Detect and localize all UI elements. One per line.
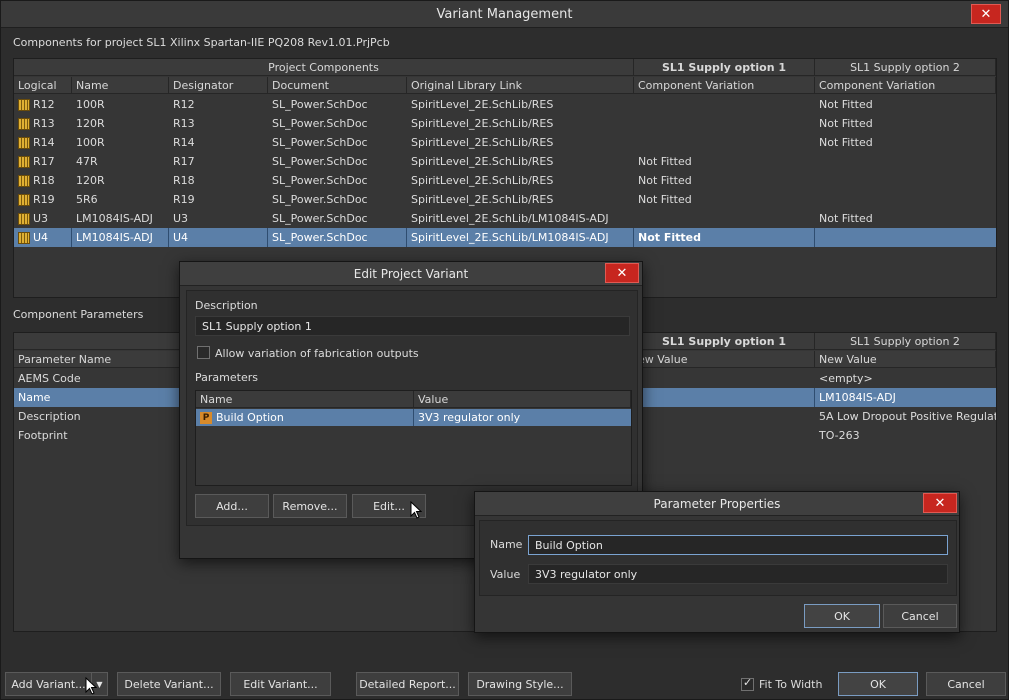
detailed-report-button[interactable]: Detailed Report... [356, 672, 459, 696]
param-value-input[interactable]: 3V3 regulator only [528, 564, 948, 584]
fit-to-width-label: Fit To Width [759, 678, 823, 691]
col-header-new-value1[interactable]: ew Value [634, 351, 815, 368]
resistor-icon [18, 193, 30, 206]
param-group-header-variant2: SL1 Supply option 2 [815, 333, 996, 350]
param-props-dialog-title: Parameter Properties [475, 492, 959, 516]
param-name-input[interactable]: Build Option [528, 535, 948, 555]
edit-variant-close-button[interactable]: ✕ [605, 263, 639, 283]
close-icon: ✕ [934, 495, 946, 511]
parameter-properties-dialog: Parameter Properties ✕ Name Build Option… [474, 491, 960, 633]
group-header-variant1: SL1 Supply option 1 [634, 59, 815, 76]
col-header-library-link[interactable]: Original Library Link [407, 77, 634, 94]
table-row[interactable]: R18 120R R18 SL_Power.SchDoc SpiritLevel… [14, 171, 996, 190]
table-row-selected[interactable]: U4 LM1084IS-ADJ U4 SL_Power.SchDoc Spiri… [14, 228, 996, 247]
ic-icon [18, 231, 30, 244]
col-header-document[interactable]: Document [268, 77, 407, 94]
param-props-ok-button[interactable]: OK [804, 604, 880, 628]
ic-icon [18, 212, 30, 225]
add-parameter-button[interactable]: Add... [195, 494, 269, 518]
table-row[interactable]: R19 5R6 R19 SL_Power.SchDoc SpiritLevel_… [14, 190, 996, 209]
edit-variant-dialog-title: Edit Project Variant [180, 262, 642, 286]
resistor-icon [18, 155, 30, 168]
parameters-label: Parameters [195, 371, 258, 384]
param-props-close-button[interactable]: ✕ [923, 493, 957, 513]
col-header-new-value2[interactable]: New Value [815, 351, 996, 368]
close-icon: ✕ [616, 265, 628, 281]
param-props-body: Name Build Option Value 3V3 regulator on… [479, 520, 957, 596]
parameters-section-label: Component Parameters [13, 308, 144, 321]
resistor-icon [18, 98, 30, 111]
parameters-list[interactable]: Name Value P Build Option 3V3 regulator o… [195, 390, 632, 486]
table-row[interactable]: R13 120R R13 SL_Power.SchDoc SpiritLevel… [14, 114, 996, 133]
close-icon: ✕ [980, 6, 992, 22]
table-row[interactable]: R12 100R R12 SL_Power.SchDoc SpiritLevel… [14, 95, 996, 114]
col-header-name[interactable]: Name [72, 77, 169, 94]
mouse-cursor-icon [410, 501, 422, 519]
col-header-variation2[interactable]: Component Variation [815, 77, 996, 94]
description-label: Description [195, 299, 258, 312]
description-input[interactable]: SL1 Supply option 1 [195, 316, 630, 336]
ok-button[interactable]: OK [838, 672, 918, 696]
remove-parameter-button[interactable]: Remove... [273, 494, 347, 518]
table-row[interactable]: U3 LM1084IS-ADJ U3 SL_Power.SchDoc Spiri… [14, 209, 996, 228]
table-row[interactable]: R17 47R R17 SL_Power.SchDoc SpiritLevel_… [14, 152, 996, 171]
col-header-designator[interactable]: Designator [169, 77, 268, 94]
param-value-label: Value [490, 568, 521, 581]
resistor-icon [18, 117, 30, 130]
resistor-icon [18, 136, 30, 149]
edit-variant-button[interactable]: Edit Variant... [230, 672, 331, 696]
window-close-button[interactable]: ✕ [971, 4, 1001, 24]
param-group-header-variant1: SL1 Supply option 1 [634, 333, 815, 350]
col-header-variation1[interactable]: Component Variation [634, 77, 815, 94]
col-header-logical[interactable]: Logical [14, 77, 72, 94]
group-header-variant2: SL1 Supply option 2 [815, 59, 996, 76]
group-header-project-components: Project Components [14, 59, 634, 76]
window-title: Variant Management [436, 6, 573, 22]
param-col-name[interactable]: Name [196, 391, 414, 408]
mouse-cursor-icon [85, 677, 97, 695]
window-titlebar: Variant Management [1, 1, 1008, 28]
table-row[interactable]: R14 100R R14 SL_Power.SchDoc SpiritLevel… [14, 133, 996, 152]
parameter-icon: P [200, 411, 212, 424]
cancel-button[interactable]: Cancel [926, 672, 1006, 696]
param-name-label: Name [490, 538, 523, 551]
param-row-build-option[interactable]: P Build Option 3V3 regulator only [196, 409, 631, 426]
components-section-label: Components for project SL1 Xilinx Sparta… [13, 36, 390, 49]
allow-variation-checkbox[interactable] [197, 346, 210, 359]
drawing-style-button[interactable]: Drawing Style... [468, 672, 572, 696]
allow-variation-label: Allow variation of fabrication outputs [215, 347, 419, 360]
param-props-cancel-button[interactable]: Cancel [883, 604, 957, 628]
fit-to-width-checkbox[interactable] [741, 676, 754, 691]
delete-variant-button[interactable]: Delete Variant... [117, 672, 221, 696]
resistor-icon [18, 174, 30, 187]
param-col-value[interactable]: Value [414, 391, 631, 408]
